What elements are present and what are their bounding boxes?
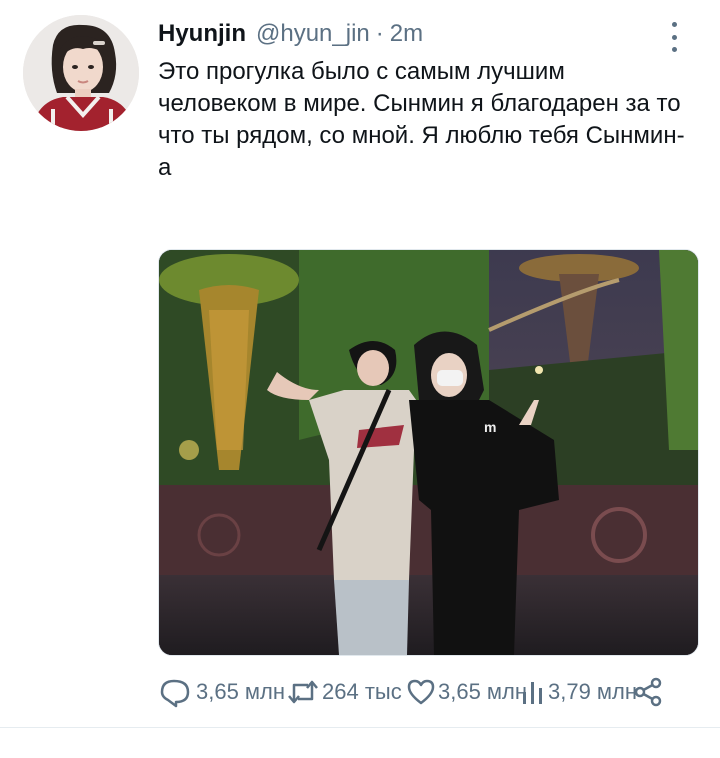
timestamp[interactable]: 2m xyxy=(390,18,423,50)
analytics-icon xyxy=(523,682,542,704)
tweet-actions: 3,65 млн 264 тыс 3,65 млн 3,79 млн xyxy=(158,672,678,712)
tweet-divider xyxy=(0,727,720,728)
reply-button[interactable]: 3,65 млн xyxy=(158,672,285,712)
reply-count: 3,65 млн xyxy=(196,679,286,704)
retweet-icon xyxy=(288,680,318,704)
tweet-header: Hyunjin @hyun_jin · 2m xyxy=(158,18,423,50)
share-icon xyxy=(634,677,662,707)
photo-image: m xyxy=(159,250,698,655)
like-count: 3,65 млн xyxy=(438,679,528,704)
tweet[interactable]: Hyunjin @hyun_jin · 2m Это прогулка было… xyxy=(0,0,720,728)
like-button[interactable]: 3,65 млн xyxy=(406,672,527,712)
tweet-photo[interactable]: m xyxy=(158,249,699,656)
views-count: 3,79 млн xyxy=(548,679,638,704)
retweet-button[interactable]: 264 тыс xyxy=(286,672,402,712)
heart-icon xyxy=(407,679,435,705)
display-name[interactable]: Hyunjin xyxy=(158,18,246,50)
more-vertical-icon[interactable] xyxy=(662,22,686,52)
share-button[interactable] xyxy=(632,672,664,712)
avatar[interactable] xyxy=(23,15,139,131)
tweet-text: Это прогулка было с самым лучшим человек… xyxy=(158,58,685,181)
views-button[interactable]: 3,79 млн xyxy=(520,672,637,712)
separator-dot: · xyxy=(375,20,384,47)
svg-text:m: m xyxy=(484,419,496,435)
reply-icon xyxy=(160,679,190,708)
retweet-count: 264 тыс xyxy=(322,679,402,704)
user-handle[interactable]: @hyun_jin xyxy=(256,18,370,50)
avatar-image xyxy=(23,15,139,131)
